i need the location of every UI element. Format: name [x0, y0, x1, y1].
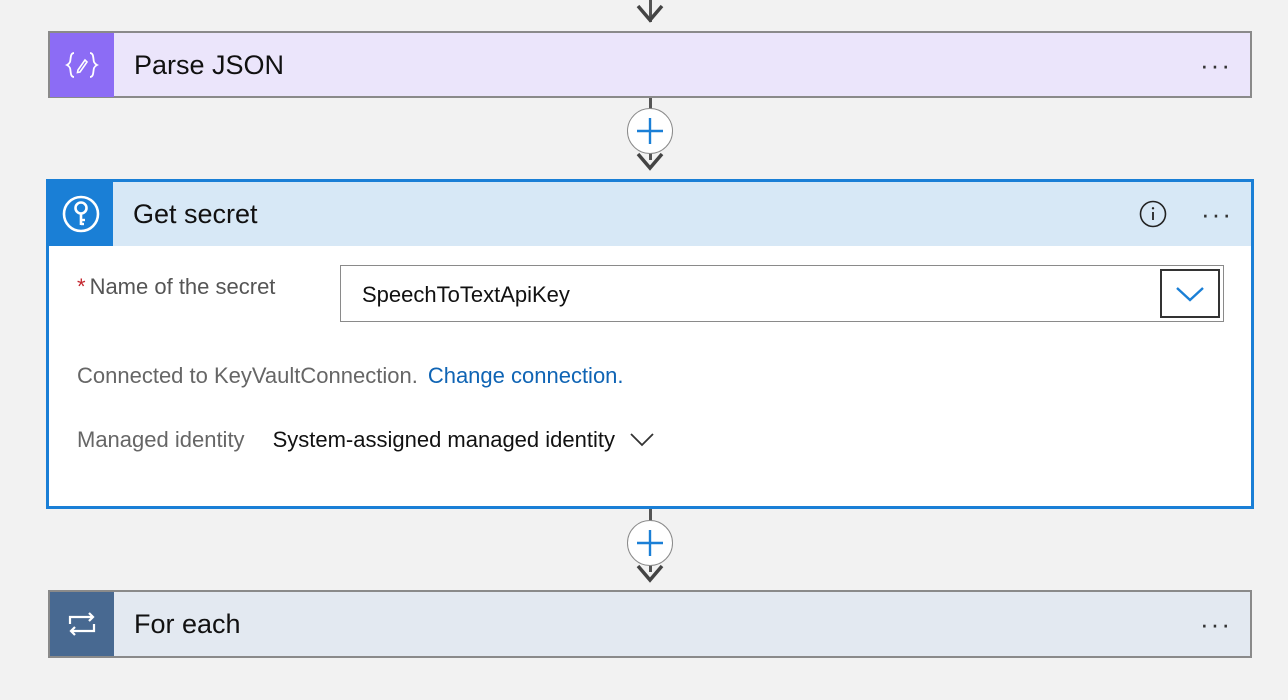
plus-icon — [637, 530, 663, 556]
arrow-down-icon — [636, 152, 664, 171]
card-header[interactable]: Get secret ··· — [49, 182, 1251, 246]
connection-info: Connected to KeyVaultConnection. Change c… — [77, 363, 624, 389]
for-each-card[interactable]: For each ··· — [48, 590, 1252, 658]
more-options-button[interactable]: ··· — [1200, 52, 1232, 78]
chevron-down-icon — [1176, 286, 1204, 302]
chevron-down-icon — [630, 433, 654, 447]
secret-name-value: SpeechToTextApiKey — [362, 282, 570, 307]
parse-json-card[interactable]: Parse JSON ··· — [48, 31, 1252, 98]
managed-identity-dropdown[interactable]: System-assigned managed identity — [273, 427, 655, 453]
arrow-down-icon — [636, 4, 664, 23]
connection-status: Connected to KeyVaultConnection. — [77, 363, 418, 388]
field-label-text: Name of the secret — [89, 274, 276, 299]
step-title: Parse JSON — [134, 49, 285, 80]
add-step-button[interactable] — [627, 520, 673, 566]
more-options-button[interactable]: ··· — [1200, 611, 1232, 637]
plus-icon — [637, 118, 663, 144]
key-vault-icon — [49, 182, 113, 246]
card-header[interactable]: Parse JSON ··· — [50, 33, 1250, 97]
dropdown-toggle-button[interactable] — [1160, 269, 1220, 318]
step-title: Get secret — [133, 198, 258, 229]
arrow-down-icon — [636, 564, 664, 583]
info-icon[interactable] — [1139, 200, 1167, 228]
flow-canvas: Parse JSON ··· Get secret ··· * Name of … — [0, 0, 1288, 700]
managed-identity-label: Managed identity — [77, 427, 245, 452]
card-header[interactable]: For each ··· — [50, 592, 1250, 656]
managed-identity-row: Managed identity System-assigned managed… — [77, 427, 655, 453]
get-secret-card[interactable]: Get secret ··· * Name of the secret Speec… — [46, 179, 1254, 509]
change-connection-link[interactable]: Change connection. — [428, 363, 624, 388]
more-options-button[interactable]: ··· — [1201, 201, 1233, 227]
secret-name-dropdown[interactable]: SpeechToTextApiKey — [340, 265, 1224, 322]
card-body: * Name of the secret SpeechToTextApiKey C… — [49, 246, 1251, 506]
braces-pencil-icon — [50, 33, 114, 97]
required-marker: * — [77, 274, 86, 299]
secret-name-label: * Name of the secret — [77, 274, 275, 300]
add-step-button[interactable] — [627, 108, 673, 154]
step-title: For each — [134, 608, 241, 639]
loop-icon — [50, 592, 114, 656]
managed-identity-value: System-assigned managed identity — [272, 427, 615, 452]
